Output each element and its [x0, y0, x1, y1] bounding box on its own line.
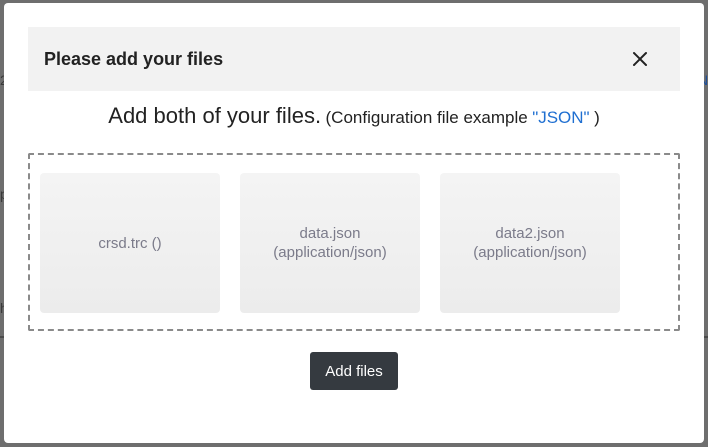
file-name: crsd.trc (): [98, 234, 162, 252]
modal-header: Please add your files: [28, 27, 680, 91]
json-example-link[interactable]: "JSON": [532, 108, 589, 127]
instructions-note-close: ): [594, 108, 600, 127]
add-files-button[interactable]: Add files: [310, 352, 398, 390]
instructions-note: (Configuration file example: [325, 108, 528, 127]
background-divider: [704, 336, 708, 338]
instructions-main: Add both of your files.: [108, 103, 322, 128]
file-name: data.json: [299, 225, 361, 242]
close-button[interactable]: [624, 43, 656, 75]
file-card[interactable]: data2.json (application/json): [440, 173, 620, 313]
file-dropzone[interactable]: crsd.trc () data.json (application/json)…: [28, 153, 680, 331]
instructions: Add both of your files. (Configuration f…: [4, 103, 704, 129]
file-type: (application/json): [473, 244, 587, 261]
file-card[interactable]: data.json (application/json): [240, 173, 420, 313]
file-name: data2.json: [495, 225, 565, 242]
file-type: (application/json): [273, 244, 387, 261]
modal-title: Please add your files: [44, 48, 224, 69]
close-icon: [633, 52, 647, 66]
file-card[interactable]: crsd.trc (): [40, 173, 220, 313]
add-files-modal: Please add your files Add both of your f…: [4, 3, 704, 443]
